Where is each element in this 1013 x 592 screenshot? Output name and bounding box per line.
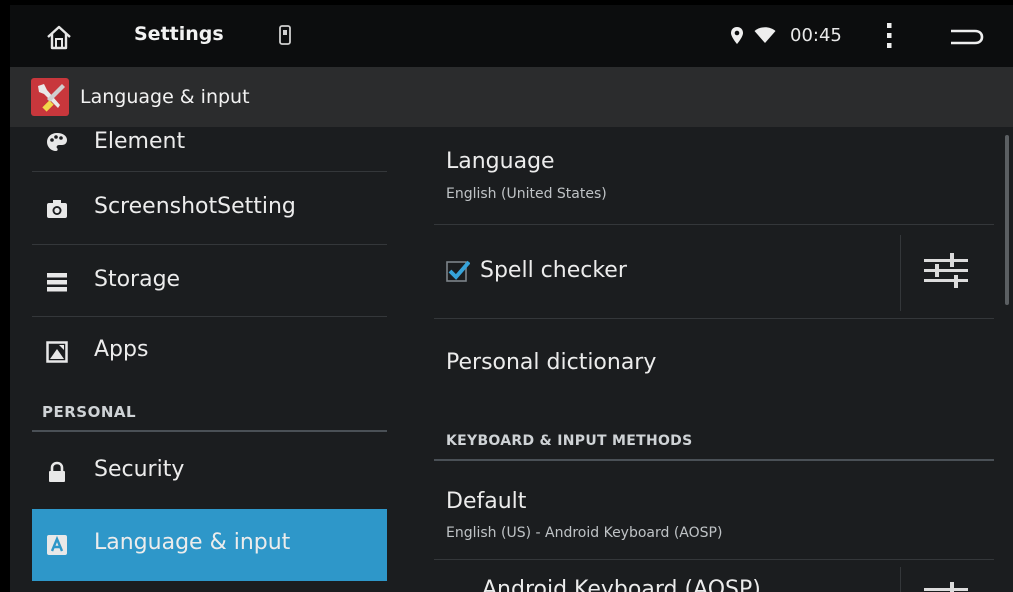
setting-value: English (US) - Android Keyboard (AOSP) [446, 525, 723, 541]
sidebar-item-label: Language & input [94, 530, 291, 555]
home-icon[interactable] [44, 22, 74, 52]
sidebar-item-element[interactable]: Element [32, 97, 387, 169]
keyboard-a-icon [47, 535, 67, 555]
sidebar-item-label: Security [94, 457, 185, 482]
spell-checker-settings-icon[interactable] [920, 250, 972, 290]
sidebar-item-screenshotsetting[interactable]: ScreenshotSetting [32, 172, 387, 244]
vertical-separator [900, 235, 901, 311]
spell-checker-checkbox[interactable] [446, 259, 470, 283]
sidebar-item-label: Apps [94, 337, 149, 362]
default-keyboard-setting[interactable]: Default English (US) - Android Keyboard … [434, 463, 994, 555]
setting-value: English (United States) [446, 186, 607, 202]
setting-title: Android Keyboard (AOSP) [482, 577, 761, 592]
language-setting[interactable]: Language English (United States) [434, 127, 994, 223]
language-input-settings: Language English (United States) Spell c… [434, 127, 994, 592]
section-header-personal: PERSONAL [42, 403, 137, 421]
setting-title: Language [446, 149, 555, 174]
status-bar: Settings 00:45 [10, 5, 1013, 67]
status-bar-title: Settings [134, 23, 224, 45]
setting-title: Personal dictionary [446, 350, 657, 375]
settings-category-list: Element ScreenshotSetting Storage Apps P… [32, 127, 387, 592]
sd-card-icon [279, 25, 291, 45]
scrollbar[interactable] [1005, 135, 1009, 305]
android-keyboard-settings-icon[interactable] [920, 579, 972, 592]
sidebar-item-apps[interactable]: Apps [32, 317, 387, 389]
sidebar-item-storage[interactable]: Storage [32, 245, 387, 317]
location-icon [731, 27, 743, 44]
section-divider [434, 459, 994, 461]
apps-icon [46, 341, 68, 363]
spell-checker-setting[interactable]: Spell checker [434, 225, 894, 317]
setting-title: Spell checker [480, 258, 627, 283]
android-keyboard-setting[interactable]: Android Keyboard (AOSP) [434, 560, 894, 592]
settings-screen: Settings 00:45 Language & input Element … [10, 5, 1013, 592]
clock: 00:45 [790, 25, 842, 46]
vertical-separator [900, 567, 901, 592]
storage-icon [47, 273, 67, 292]
sidebar-item-security[interactable]: Security [32, 437, 387, 509]
sidebar-item-label: ScreenshotSetting [94, 194, 296, 219]
sidebar-item-language-input[interactable]: Language & input [32, 509, 387, 581]
section-divider [32, 430, 387, 432]
overflow-menu-icon[interactable] [884, 21, 894, 51]
setting-title: Default [446, 489, 527, 514]
section-header-keyboard: KEYBOARD & INPUT METHODS [446, 433, 693, 449]
sidebar-item-label: Storage [94, 267, 181, 292]
sidebar-item-label: Element [94, 129, 186, 154]
lock-icon [49, 461, 65, 482]
camera-icon [47, 200, 67, 218]
palette-icon [47, 133, 67, 151]
personal-dictionary-setting[interactable]: Personal dictionary [434, 319, 994, 413]
wifi-icon [754, 27, 776, 43]
back-icon[interactable] [945, 24, 985, 50]
